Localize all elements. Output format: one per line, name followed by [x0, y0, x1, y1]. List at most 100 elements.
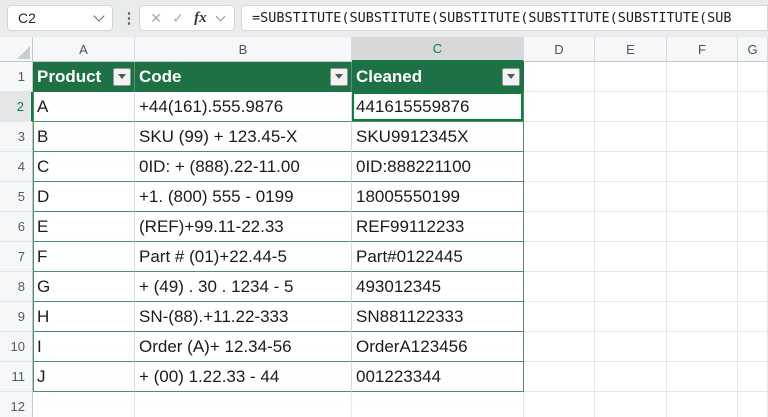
empty-cell[interactable]: [524, 362, 595, 392]
empty-cell[interactable]: [738, 182, 768, 212]
table-cell[interactable]: 493012345: [352, 272, 524, 302]
row-header-1[interactable]: 1: [0, 62, 33, 92]
empty-cell[interactable]: [595, 392, 667, 417]
table-cell[interactable]: Order (A)+ 12.34-56: [135, 332, 352, 362]
table-header-code[interactable]: Code: [135, 62, 352, 92]
insert-function-icon[interactable]: fx: [194, 10, 207, 26]
table-cell[interactable]: SN-(88).+11.22-333: [135, 302, 352, 332]
table-cell[interactable]: (REF)+99.11-22.33: [135, 212, 352, 242]
filter-button-product[interactable]: [113, 67, 131, 86]
row-header-12[interactable]: 12: [0, 392, 33, 417]
table-cell[interactable]: 18005550199: [352, 182, 524, 212]
empty-cell[interactable]: [667, 272, 738, 302]
empty-cell[interactable]: [738, 272, 768, 302]
empty-cell[interactable]: [595, 92, 667, 122]
empty-cell[interactable]: [667, 242, 738, 272]
filter-button-cleaned[interactable]: [502, 67, 520, 86]
empty-cell[interactable]: [524, 182, 595, 212]
empty-cell[interactable]: [738, 122, 768, 152]
table-header-cleaned[interactable]: Cleaned: [352, 62, 524, 92]
table-cell[interactable]: REF99112233: [352, 212, 524, 242]
cancel-icon[interactable]: ✕: [150, 11, 162, 25]
empty-cell[interactable]: [352, 392, 524, 417]
empty-cell[interactable]: [595, 212, 667, 242]
confirm-icon[interactable]: ✓: [172, 11, 184, 25]
empty-cell[interactable]: [135, 392, 352, 417]
empty-cell[interactable]: [667, 302, 738, 332]
column-header-f[interactable]: F: [667, 37, 738, 62]
empty-cell[interactable]: [667, 152, 738, 182]
table-cell[interactable]: C: [33, 152, 135, 182]
empty-cell[interactable]: [524, 62, 595, 92]
empty-cell[interactable]: [667, 92, 738, 122]
column-header-d[interactable]: D: [524, 37, 595, 62]
empty-cell[interactable]: [595, 362, 667, 392]
row-header-10[interactable]: 10: [0, 332, 33, 362]
table-cell[interactable]: F: [33, 242, 135, 272]
table-cell[interactable]: OrderA123456: [352, 332, 524, 362]
table-cell[interactable]: SN881122333: [352, 302, 524, 332]
row-header-11[interactable]: 11: [0, 362, 33, 392]
empty-cell[interactable]: [667, 122, 738, 152]
empty-cell[interactable]: [738, 152, 768, 182]
empty-cell[interactable]: [667, 392, 738, 417]
column-header-a[interactable]: A: [33, 37, 135, 62]
empty-cell[interactable]: [738, 62, 768, 92]
table-cell[interactable]: I: [33, 332, 135, 362]
empty-cell[interactable]: [524, 392, 595, 417]
kebab-icon[interactable]: ⋮: [122, 5, 137, 31]
empty-cell[interactable]: [738, 302, 768, 332]
table-cell[interactable]: B: [33, 122, 135, 152]
table-cell[interactable]: Part # (01)+22.44-5: [135, 242, 352, 272]
column-header-g[interactable]: G: [738, 37, 768, 62]
table-cell[interactable]: D: [33, 182, 135, 212]
row-header-8[interactable]: 8: [0, 272, 33, 302]
empty-cell[interactable]: [738, 242, 768, 272]
row-header-7[interactable]: 7: [0, 242, 33, 272]
table-cell[interactable]: 001223344: [352, 362, 524, 392]
empty-cell[interactable]: [595, 272, 667, 302]
table-cell[interactable]: J: [33, 362, 135, 392]
table-cell[interactable]: G: [33, 272, 135, 302]
name-box[interactable]: C2: [7, 5, 113, 31]
empty-cell[interactable]: [524, 212, 595, 242]
empty-cell[interactable]: [524, 122, 595, 152]
empty-cell[interactable]: [524, 272, 595, 302]
empty-cell[interactable]: [595, 62, 667, 92]
row-header-9[interactable]: 9: [0, 302, 33, 332]
empty-cell[interactable]: [524, 302, 595, 332]
empty-cell[interactable]: [738, 392, 768, 417]
table-cell[interactable]: A: [33, 92, 135, 122]
table-cell[interactable]: 0ID: + (888).22-11.00: [135, 152, 352, 182]
table-cell[interactable]: SKU (99) + 123.45-X: [135, 122, 352, 152]
row-header-3[interactable]: 3: [0, 122, 33, 152]
column-header-c[interactable]: C: [352, 37, 524, 62]
table-cell[interactable]: E: [33, 212, 135, 242]
empty-cell[interactable]: [595, 122, 667, 152]
empty-cell[interactable]: [524, 152, 595, 182]
empty-cell[interactable]: [524, 332, 595, 362]
fx-chevron-icon[interactable]: [215, 11, 226, 21]
row-header-2[interactable]: 2: [0, 92, 33, 122]
empty-cell[interactable]: [738, 362, 768, 392]
table-cell[interactable]: H: [33, 302, 135, 332]
empty-cell[interactable]: [667, 212, 738, 242]
empty-cell[interactable]: [33, 392, 135, 417]
table-cell[interactable]: + (49) . 30 . 1234 - 5: [135, 272, 352, 302]
table-cell[interactable]: + (00) 1.22.33 - 44: [135, 362, 352, 392]
name-box-chevron-icon[interactable]: [93, 10, 105, 22]
empty-cell[interactable]: [738, 212, 768, 242]
empty-cell[interactable]: [667, 362, 738, 392]
empty-cell[interactable]: [667, 182, 738, 212]
empty-cell[interactable]: [595, 182, 667, 212]
empty-cell[interactable]: [738, 332, 768, 362]
selected-cell-c2[interactable]: 441615559876: [352, 92, 524, 122]
table-cell[interactable]: Part#0122445: [352, 242, 524, 272]
filter-button-code[interactable]: [330, 67, 348, 86]
row-header-6[interactable]: 6: [0, 212, 33, 242]
empty-cell[interactable]: [524, 242, 595, 272]
empty-cell[interactable]: [667, 62, 738, 92]
empty-cell[interactable]: [738, 92, 768, 122]
table-cell[interactable]: +44(161).555.9876: [135, 92, 352, 122]
empty-cell[interactable]: [595, 302, 667, 332]
